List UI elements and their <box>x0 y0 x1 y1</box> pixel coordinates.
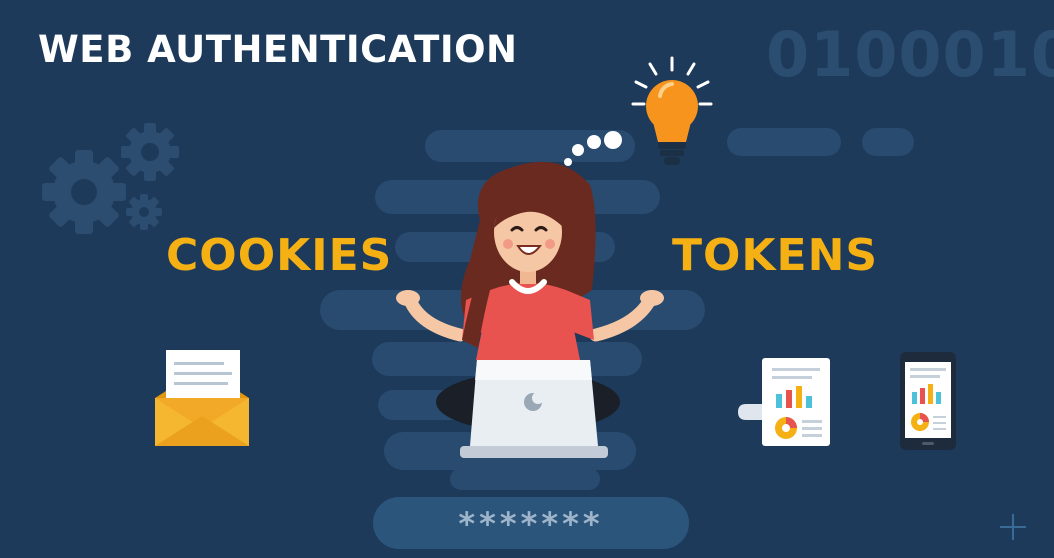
password-mask: ******* <box>458 505 604 543</box>
envelope-icon <box>155 350 249 446</box>
laptop-icon <box>460 360 608 458</box>
lightbulb-icon <box>631 56 713 165</box>
gear-icon <box>42 123 179 234</box>
tokens-label: TOKENS <box>672 230 879 281</box>
page-title: WEB AUTHENTICATION <box>38 28 518 71</box>
binary-background-text: 0100010 <box>766 18 1054 91</box>
plus-icon <box>1000 514 1026 540</box>
password-field: ******* <box>373 497 689 549</box>
smartphone-icon <box>900 352 956 450</box>
cookies-label: COOKIES <box>166 230 393 281</box>
hero-illustration: 0100010 WEB AUTHENTICATION COOKIES TOKEN… <box>0 0 1054 558</box>
report-icon <box>738 358 830 446</box>
